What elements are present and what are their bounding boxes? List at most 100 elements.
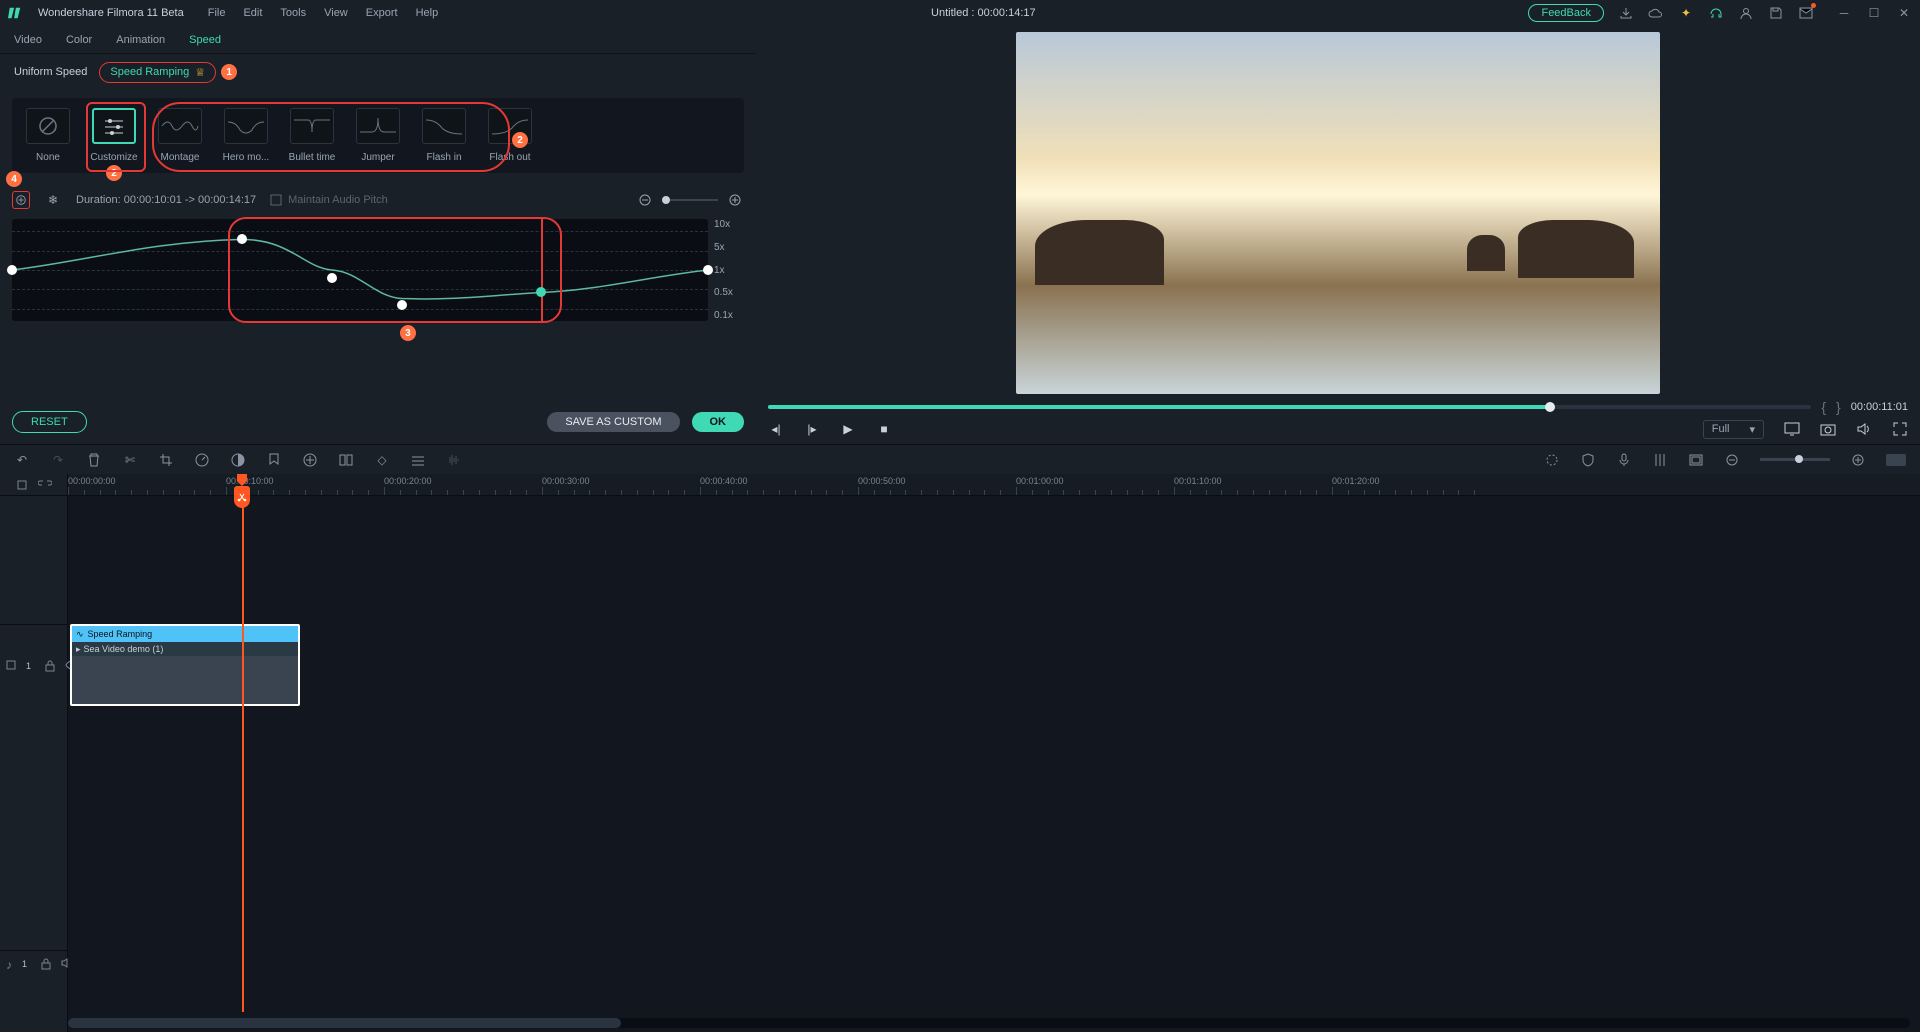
reset-button[interactable]: RESET — [12, 411, 87, 433]
graph-zoom-slider[interactable] — [662, 199, 718, 201]
preset-flashin-label: Flash in — [426, 152, 461, 163]
add-keyframe-button[interactable] — [12, 191, 30, 209]
undo-button[interactable]: ↶ — [14, 452, 30, 468]
speed-node-3[interactable] — [397, 300, 407, 310]
scissors-icon — [237, 492, 247, 502]
app-title: Wondershare Filmora 11 Beta — [38, 7, 184, 19]
tl-zoom-in-icon[interactable] — [1850, 452, 1866, 468]
menu-file[interactable]: File — [208, 7, 226, 19]
loop-out-icon[interactable]: } — [1836, 399, 1841, 415]
stop-button[interactable]: ■ — [876, 421, 892, 437]
tab-uniform-speed[interactable]: Uniform Speed — [14, 66, 87, 78]
preset-customize[interactable]: Customize 2 — [86, 108, 142, 163]
track-size-icon[interactable] — [1688, 452, 1704, 468]
split-button[interactable]: ✄ — [122, 452, 138, 468]
keyframe-button[interactable]: ◇ — [374, 452, 390, 468]
preset-bullet[interactable]: Bullet time — [284, 108, 340, 163]
redo-button[interactable]: ↷ — [50, 452, 66, 468]
speed-node-start[interactable] — [7, 265, 17, 275]
ok-button[interactable]: OK — [692, 412, 745, 432]
lock-icon[interactable] — [45, 660, 55, 672]
mixer-icon[interactable] — [1652, 452, 1668, 468]
fullscreen-icon[interactable] — [1892, 421, 1908, 437]
preset-none[interactable]: None — [20, 108, 76, 163]
video-preview[interactable] — [1016, 32, 1660, 394]
clip-sea-video[interactable]: ∿ Speed Ramping ▸ Sea Video demo (1) — [70, 624, 300, 706]
render-button[interactable] — [1544, 452, 1560, 468]
tab-speed-ramping[interactable]: Speed Ramping ♕ 1 — [99, 62, 216, 83]
loop-in-icon[interactable]: { — [1821, 399, 1826, 415]
feedback-button[interactable]: FeedBack — [1528, 4, 1604, 22]
account-icon[interactable] — [1738, 5, 1754, 21]
menu-help[interactable]: Help — [416, 7, 439, 19]
speed-graph[interactable]: 10x 5x 1x 0.5x 0.1x 3 — [12, 219, 744, 321]
speed-node-current[interactable] — [536, 287, 546, 297]
tl-zoom-out-icon[interactable] — [1724, 452, 1740, 468]
crop-button[interactable] — [158, 452, 174, 468]
minimize-icon[interactable]: ─ — [1836, 5, 1852, 21]
freeze-frame-icon[interactable]: ❄ — [44, 191, 62, 209]
speed-node-1[interactable] — [237, 234, 247, 244]
delete-button[interactable] — [86, 452, 102, 468]
menu-tools[interactable]: Tools — [280, 7, 306, 19]
lightbulb-icon[interactable]: ✦ — [1678, 5, 1694, 21]
preset-jumper[interactable]: Jumper — [350, 108, 406, 163]
detach-button[interactable] — [338, 452, 354, 468]
lock-icon[interactable] — [41, 958, 51, 970]
menu-export[interactable]: Export — [366, 7, 398, 19]
feedback-label: FeedBack — [1541, 7, 1591, 19]
speed-node-end[interactable] — [703, 265, 713, 275]
next-frame-button[interactable]: |▸ — [804, 421, 820, 437]
tab-video[interactable]: Video — [14, 34, 42, 46]
link-icon[interactable] — [38, 480, 52, 490]
play-button[interactable]: ▶ — [840, 421, 856, 437]
preset-montage[interactable]: Montage — [152, 108, 208, 163]
prev-frame-button[interactable]: ◂| — [768, 421, 784, 437]
save-icon[interactable] — [1768, 5, 1784, 21]
timeline-ruler[interactable]: 00:00:00:0000:00:10:0000:00:20:0000:00:3… — [68, 474, 1920, 496]
tab-color[interactable]: Color — [66, 34, 92, 46]
volume-icon[interactable] — [1856, 421, 1872, 437]
adjust-button[interactable] — [410, 452, 426, 468]
cloud-icon[interactable] — [1648, 5, 1664, 21]
close-icon[interactable]: ✕ — [1896, 5, 1912, 21]
menu-view[interactable]: View — [324, 7, 348, 19]
preview-progress[interactable] — [768, 405, 1811, 409]
maintain-pitch-checkbox[interactable]: Maintain Audio Pitch — [270, 194, 388, 206]
snap-icon[interactable] — [16, 479, 28, 491]
speed-button[interactable] — [194, 452, 210, 468]
mail-icon[interactable] — [1798, 5, 1814, 21]
progress-handle[interactable] — [1545, 402, 1555, 412]
tl-zoom-slider[interactable] — [1760, 458, 1830, 461]
preset-flashout[interactable]: Flash out — [482, 108, 538, 163]
maintain-pitch-label: Maintain Audio Pitch — [288, 194, 388, 206]
tab-speed[interactable]: Speed — [189, 34, 221, 46]
speed-node-2[interactable] — [327, 273, 337, 283]
voiceover-icon[interactable] — [1616, 452, 1632, 468]
graph-zoom-in-icon[interactable] — [726, 191, 744, 209]
graph-toolbar: 4 ❄ Duration: 00:00:10:01 -> 00:00:14:17… — [0, 185, 756, 215]
headset-icon[interactable] — [1708, 5, 1724, 21]
graph-zoom-out-icon[interactable] — [636, 191, 654, 209]
preset-flashin[interactable]: Flash in — [416, 108, 472, 163]
marker-button[interactable] — [266, 452, 282, 468]
greenscreen-button[interactable] — [302, 452, 318, 468]
save-as-custom-button[interactable]: SAVE AS CUSTOM — [547, 412, 679, 432]
timeline-scrollbar[interactable] — [68, 1018, 1910, 1028]
export-icon[interactable] — [1618, 5, 1634, 21]
graph-playhead[interactable] — [541, 219, 543, 321]
snapshot-icon[interactable] — [1820, 421, 1836, 437]
timeline-body[interactable]: 00:00:00:0000:00:10:0000:00:20:0000:00:3… — [68, 474, 1920, 1032]
safe-zone-icon[interactable] — [1580, 452, 1596, 468]
playhead-line[interactable] — [242, 496, 244, 1012]
maximize-icon[interactable]: ☐ — [1866, 5, 1882, 21]
display-icon[interactable] — [1784, 421, 1800, 437]
quality-dropdown[interactable]: Full ▾ — [1703, 420, 1764, 439]
playhead-head[interactable] — [234, 486, 250, 508]
audio-button[interactable] — [446, 452, 462, 468]
preset-hero[interactable]: Hero mo... — [218, 108, 274, 163]
color-button[interactable] — [230, 452, 246, 468]
tab-animation[interactable]: Animation — [116, 34, 165, 46]
tl-fit-icon[interactable] — [1886, 454, 1906, 466]
menu-edit[interactable]: Edit — [243, 7, 262, 19]
